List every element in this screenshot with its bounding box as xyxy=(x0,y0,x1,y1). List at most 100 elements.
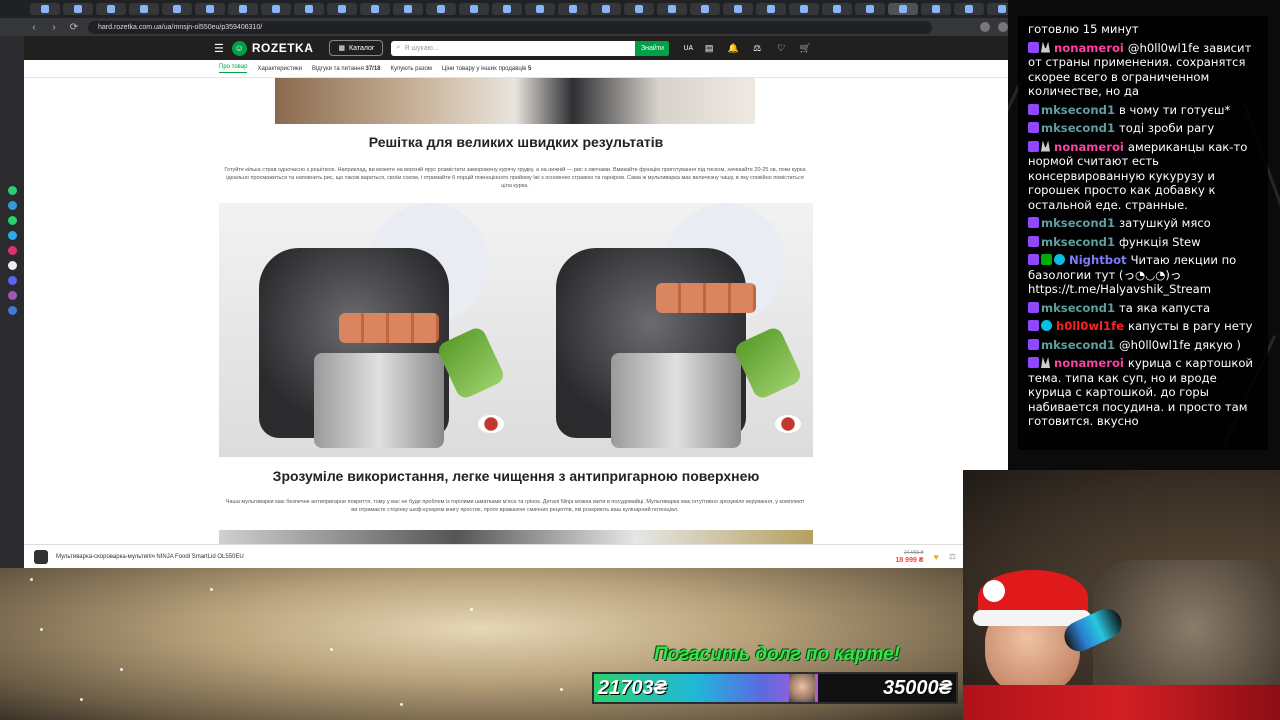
tab-favicon-icon xyxy=(305,5,313,13)
tab-favicon-icon xyxy=(140,5,148,13)
browser-tab[interactable] xyxy=(426,3,456,15)
browser-tab[interactable] xyxy=(195,3,225,15)
chat-username[interactable]: nonameroi xyxy=(1054,41,1124,55)
cart-icon[interactable]: 🛒 xyxy=(797,43,813,54)
sidebar-discord-icon[interactable] xyxy=(7,276,17,285)
language-switch[interactable]: UA xyxy=(683,45,693,52)
tab-other-sellers[interactable]: Ціни товару у інших продавців 5 xyxy=(442,66,531,72)
browser-tab[interactable] xyxy=(690,3,720,15)
profile-icon[interactable] xyxy=(998,22,1008,32)
product-tabs: Про товар Характеристики Відгуки та пита… xyxy=(24,60,1008,78)
chat-message: nonameroi курица с картошкой тема. типа к… xyxy=(1028,356,1260,429)
sticky-product-title[interactable]: Мультиварка-скороварка-мультипіч NINJA F… xyxy=(56,554,244,560)
browser-tab[interactable] xyxy=(492,3,522,15)
chat-username[interactable]: Nightbot xyxy=(1069,253,1127,267)
browser-tab[interactable] xyxy=(525,3,555,15)
compare-scales-icon[interactable]: ⚖ xyxy=(949,552,956,561)
browser-tab[interactable] xyxy=(855,3,885,15)
browser-tab[interactable] xyxy=(657,3,687,15)
browser-tab[interactable] xyxy=(888,3,918,15)
chat-text: затушкуй мясо xyxy=(1119,216,1211,230)
browser-tab[interactable] xyxy=(954,3,984,15)
tab-favicon-icon xyxy=(470,5,478,13)
tab-reviews-count: 37/18 xyxy=(365,65,381,72)
browser-tab[interactable] xyxy=(921,3,951,15)
browser-tab[interactable] xyxy=(261,3,291,15)
browser-tab[interactable] xyxy=(360,3,390,15)
chat-username[interactable]: h0ll0wl1fe xyxy=(1056,319,1124,333)
sidebar-whatsapp-icon[interactable] xyxy=(7,216,17,225)
chat-message: nonameroi американцы как-то нормой считаю… xyxy=(1028,140,1260,213)
sidebar-app3-icon[interactable] xyxy=(7,306,17,315)
chat-badge-icon xyxy=(1041,320,1052,331)
tab-sellers-count: 5 xyxy=(528,65,532,72)
tab-characteristics[interactable]: Характеристики xyxy=(257,66,302,72)
sidebar-x-icon[interactable] xyxy=(7,261,17,270)
url-field[interactable]: hard.rozetka.com.ua/ua/mnsjn-ol550eu/p35… xyxy=(88,20,932,34)
menu-icon[interactable]: ☰ xyxy=(214,42,224,55)
chat-badge-icon xyxy=(1028,235,1039,247)
reload-icon[interactable]: ⟳ xyxy=(68,22,80,33)
chat-username[interactable]: nonameroi xyxy=(1054,356,1124,370)
chat-username[interactable]: mksecond1 xyxy=(1041,235,1115,249)
sidebar-app-icon[interactable] xyxy=(7,186,17,195)
search-input[interactable]: ⌕ Я шукаю... Знайти xyxy=(391,40,670,56)
browser-tab[interactable] xyxy=(987,3,1008,15)
chat-badge-icon xyxy=(1028,357,1039,368)
browser-tab[interactable] xyxy=(129,3,159,15)
browser-tab[interactable] xyxy=(723,3,753,15)
chat-message: mksecond1 тоді зроби рагу xyxy=(1028,121,1260,136)
compare-icon[interactable]: ⚖ xyxy=(749,43,765,54)
tab-favicon-icon xyxy=(932,5,940,13)
tab-reviews[interactable]: Відгуки та питання 37/18 xyxy=(312,66,381,72)
chat-username[interactable]: mksecond1 xyxy=(1041,121,1115,135)
browser-tab[interactable] xyxy=(228,3,258,15)
chat-panel: готовлю 15 минут nonameroi @h0ll0wl1fe зав… xyxy=(1018,16,1268,450)
browser-tab[interactable] xyxy=(624,3,654,15)
chat-badge-icon xyxy=(1028,338,1039,350)
forward-icon[interactable]: › xyxy=(48,22,60,33)
tab-favicon-icon xyxy=(998,5,1006,13)
browser-tab[interactable] xyxy=(591,3,621,15)
rozetka-logo[interactable]: ☺ ROZETKA xyxy=(231,40,314,56)
chat-badge-icon xyxy=(1041,254,1052,265)
chat-badge-icon xyxy=(1028,140,1039,152)
wishlist-heart-icon[interactable]: ♥ xyxy=(933,552,938,562)
browser-tab[interactable] xyxy=(459,3,489,15)
sidebar-app2-icon[interactable] xyxy=(7,291,17,300)
back-icon[interactable]: ‹ xyxy=(28,22,40,33)
catalog-button[interactable]: ▦ Каталог xyxy=(329,40,384,56)
sidebar-instagram-icon[interactable] xyxy=(7,246,17,255)
browser-tab[interactable] xyxy=(63,3,93,15)
sidebar-messenger-icon[interactable] xyxy=(7,201,17,210)
orders-icon[interactable]: ▤ xyxy=(701,43,717,54)
sidebar-telegram-icon[interactable] xyxy=(7,231,17,240)
tab-about[interactable]: Про товар xyxy=(219,64,248,73)
browser-tab[interactable] xyxy=(789,3,819,15)
browser-tab[interactable] xyxy=(162,3,192,15)
chat-username[interactable]: mksecond1 xyxy=(1041,103,1115,117)
chat-text: готовлю 15 минут xyxy=(1028,22,1139,36)
browser-tab[interactable] xyxy=(327,3,357,15)
tab-favicon-icon xyxy=(800,5,808,13)
browser-tab[interactable] xyxy=(822,3,852,15)
browser-tab[interactable] xyxy=(756,3,786,15)
chat-badge-icon xyxy=(1041,140,1050,152)
search-button[interactable]: Знайти xyxy=(635,40,670,56)
browser-tab[interactable] xyxy=(393,3,423,15)
chat-username[interactable]: mksecond1 xyxy=(1041,216,1115,230)
tab-bought-together[interactable]: Купують разом xyxy=(391,66,432,72)
extension-icon[interactable] xyxy=(980,22,990,32)
wishlist-icon[interactable]: ♡ xyxy=(773,43,789,54)
chat-username[interactable]: mksecond1 xyxy=(1041,338,1115,352)
browser-tab[interactable] xyxy=(96,3,126,15)
chat-username[interactable]: mksecond1 xyxy=(1041,301,1115,315)
notifications-icon[interactable]: 🔔 xyxy=(725,43,741,54)
browser-tab[interactable] xyxy=(294,3,324,15)
chat-badge-icon xyxy=(1028,320,1039,331)
chat-text: в чому ти готуєш* xyxy=(1119,102,1231,117)
browser-tab[interactable] xyxy=(30,3,60,15)
browser-tab[interactable] xyxy=(558,3,588,15)
chat-username[interactable]: nonameroi xyxy=(1054,140,1124,154)
product-thumbnail xyxy=(34,549,48,564)
